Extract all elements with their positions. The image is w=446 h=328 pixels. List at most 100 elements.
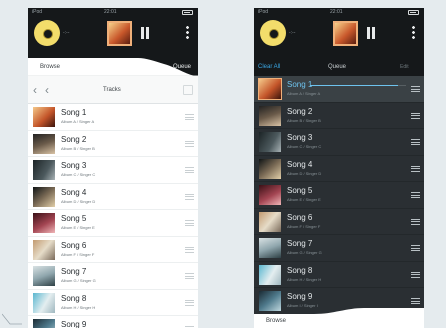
back-icon[interactable]: ‹ [33,84,37,96]
album-artwork [33,186,55,207]
track-row[interactable]: Song 1 Album A / Singer A [254,76,424,103]
track-title: Song 2 [61,134,87,144]
track-row[interactable]: Song 7 Album G / Singer G [28,263,198,290]
disc-icon[interactable] [34,20,60,46]
clear-all-button[interactable]: Clear All [258,64,280,70]
reorder-handle-icon[interactable] [185,220,194,226]
track-subtitle: Album B / Singer B [61,145,95,151]
album-artwork [33,107,55,127]
clock-label: 22:01 [330,9,343,15]
track-title: Song 5 [61,214,87,223]
elapsed-time: -:-- [289,30,296,36]
track-title: Song 9 [287,292,313,301]
reorder-handle-icon[interactable] [411,218,420,225]
track-row[interactable]: Song 4 Album D / Singer D [254,156,424,182]
track-row[interactable]: Song 5 Album E / Singer E [254,182,424,209]
more-icon[interactable] [186,25,189,40]
grid-icon[interactable] [183,85,193,95]
tracks-bar: ‹ ‹ Tracks [28,76,198,104]
track-subtitle: Album A / Singer A [287,91,321,96]
track-title: Song 3 [287,133,313,142]
track-row[interactable]: Song 3 Album C / Singer C [254,129,424,156]
track-row[interactable]: Song 3 Album C / Singer C [28,157,198,184]
reorder-handle-icon[interactable] [411,271,420,278]
album-artwork [259,105,281,126]
reorder-handle-icon[interactable] [411,298,420,304]
reorder-handle-icon[interactable] [411,165,420,172]
album-artwork [33,266,55,286]
queue-title: Queue [328,64,347,70]
reorder-handle-icon[interactable] [411,112,420,119]
browse-bottom-bar: Browse [254,308,424,328]
track-title: Song 1 [61,108,87,117]
reorder-handle-icon[interactable] [411,245,420,251]
track-row[interactable]: Song 6 Album F / Singer F [28,237,198,263]
carrier-label: iPod [258,9,269,15]
browse-tab[interactable]: Browse [40,64,60,70]
track-row[interactable]: Song 2 Album B / Singer B [254,103,424,129]
playback-progress[interactable] [310,85,406,86]
more-icon[interactable] [412,25,415,40]
reorder-handle-icon[interactable] [411,86,420,92]
album-artwork [259,238,281,258]
reorder-handle-icon[interactable] [185,114,194,120]
track-title: Song 8 [61,293,87,303]
reorder-handle-icon[interactable] [185,246,194,253]
album-artwork [259,185,281,205]
pause-icon[interactable] [140,27,150,39]
track-row[interactable]: Song 6 Album F / Singer F [254,209,424,235]
track-title: Song 4 [61,187,87,197]
battery-icon [408,10,419,15]
track-title: Song 8 [287,265,313,275]
track-title: Song 7 [287,239,313,248]
track-subtitle: Album E / Singer E [61,225,95,230]
now-playing-artwork[interactable] [333,21,358,46]
track-subtitle: Album C / Singer C [61,172,96,177]
status-bar: iPod 22:01 [254,9,424,17]
album-artwork [259,211,281,232]
track-row[interactable]: Song 1 Album A / Singer A [28,104,198,131]
track-title: Song 4 [287,159,313,169]
album-artwork [259,132,281,152]
track-row[interactable]: Song 8 Album H / Singer H [254,262,424,288]
album-artwork [33,160,55,180]
track-subtitle: Album C / Singer C [287,144,322,149]
back-icon-secondary[interactable]: ‹ [45,84,49,96]
edit-button[interactable]: Edit [400,64,409,70]
track-subtitle: Album A / Singer A [61,119,95,124]
tracks-title: Tracks [103,87,121,93]
track-row[interactable]: Song 2 Album B / Singer B [28,131,198,157]
track-subtitle: Album E / Singer E [287,197,321,202]
disc-icon[interactable] [260,20,286,46]
reorder-handle-icon[interactable] [185,140,194,147]
reorder-handle-icon[interactable] [185,193,194,200]
track-list: Song 1 Album A / Singer A Song 2 Album B / … [28,104,198,328]
reorder-handle-icon[interactable] [185,299,194,306]
track-row[interactable]: Song 5 Album E / Singer E [28,210,198,237]
album-artwork [33,213,55,233]
reorder-handle-icon[interactable] [185,167,194,173]
queue-header: Clear All Queue Edit [254,58,424,76]
track-subtitle: Album D / Singer D [287,170,322,176]
album-artwork [33,292,55,313]
queue-screen: iPod 22:01 -:-- Clear All Queue Edit Son… [254,8,424,328]
player-bar: iPod 22:01 -:-- [28,8,198,58]
track-subtitle: Album F / Singer F [61,251,95,257]
track-row[interactable]: Song 9Album I / Singer I [28,316,198,328]
reorder-handle-icon[interactable] [411,139,420,145]
track-subtitle: Album G / Singer G [287,250,322,255]
reorder-handle-icon[interactable] [411,192,420,198]
browse-tab[interactable]: Browse [266,318,286,324]
album-artwork [259,264,281,285]
player-bar: iPod 22:01 -:-- [254,8,424,58]
pause-icon[interactable] [366,27,376,39]
track-subtitle: Album H / Singer H [287,276,322,282]
queue-tab[interactable]: Queue [173,64,191,70]
track-row[interactable]: Song 4 Album D / Singer D [28,184,198,210]
track-title: Song 6 [61,240,87,250]
track-title: Song 9 [61,320,87,328]
reorder-handle-icon[interactable] [185,273,194,279]
track-row[interactable]: Song 7 Album G / Singer G [254,235,424,262]
now-playing-artwork[interactable] [107,21,132,46]
track-row[interactable]: Song 8 Album H / Singer H [28,290,198,316]
